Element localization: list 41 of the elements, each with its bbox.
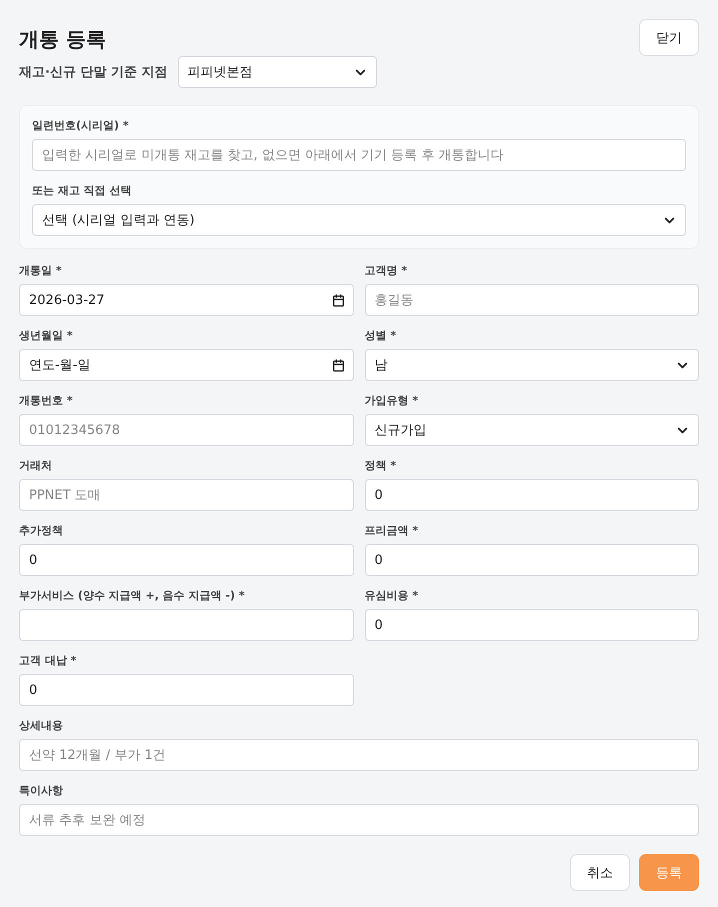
- input-field[interactable]: 입력한 시리얼로 미개통 재고를 찾고, 없으면 아래에서 기기 등록 후 개통합니다: [32, 139, 686, 171]
- calendar-icon: [332, 294, 344, 306]
- page-title: 개통 등록: [19, 26, 106, 53]
- field-label: 가입유형 *: [364, 393, 420, 408]
- field-label: 재고·신규 단말 기준 지점: [19, 64, 168, 81]
- input-field[interactable]: [19, 609, 354, 641]
- field-label: 상세내용: [19, 718, 64, 733]
- input-field[interactable]: 0: [19, 674, 354, 706]
- date-field[interactable]: 2026-03-27: [19, 284, 354, 316]
- date-field[interactable]: 연도-월-일: [19, 349, 354, 381]
- input-field[interactable]: 01012345678: [19, 414, 354, 446]
- field-label: 부가서비스 (양수 지급액 +, 음수 지급액 -) *: [19, 588, 246, 603]
- field-label: 또는 재고 직접 선택: [32, 183, 132, 198]
- field-label: 개통일 *: [19, 263, 63, 278]
- select-field[interactable]: 선택 (시리얼 입력과 연동): [32, 204, 686, 236]
- field-label: 개통번호 *: [19, 393, 74, 408]
- select-field[interactable]: 남: [364, 349, 699, 381]
- select-field[interactable]: 피피넷본점: [178, 56, 377, 88]
- field-label: 특이사항: [19, 783, 64, 798]
- input-field[interactable]: 서류 추후 보완 예정: [19, 804, 699, 836]
- input-field[interactable]: 0: [364, 609, 699, 641]
- input-field[interactable]: PPNET 도매: [19, 479, 354, 511]
- input-field[interactable]: 홍길동: [364, 284, 699, 316]
- field-label: 생년월일 *: [19, 328, 74, 343]
- field-label: 유심비용 *: [364, 588, 420, 603]
- field-label: 프리금액 *: [364, 523, 420, 538]
- cancel-button[interactable]: 취소: [570, 854, 630, 891]
- select-field[interactable]: 신규가입: [364, 414, 699, 446]
- input-field[interactable]: 0: [364, 544, 699, 576]
- input-field[interactable]: 선약 12개월 / 부가 1건: [19, 739, 699, 771]
- input-field[interactable]: 0: [364, 479, 699, 511]
- field-label: 고객명 *: [364, 263, 408, 278]
- field-label: 추가정책: [19, 523, 64, 538]
- calendar-icon: [332, 358, 344, 372]
- field-label: 고객 대납 *: [19, 653, 78, 668]
- field-label: 정책 *: [364, 458, 398, 473]
- close-button[interactable]: 닫기: [639, 19, 699, 56]
- field-label: 성별 *: [364, 328, 398, 343]
- field-label: 일련번호(시리얼) *: [32, 118, 130, 133]
- input-field[interactable]: 0: [19, 544, 354, 576]
- field-label: 거래처: [19, 458, 53, 473]
